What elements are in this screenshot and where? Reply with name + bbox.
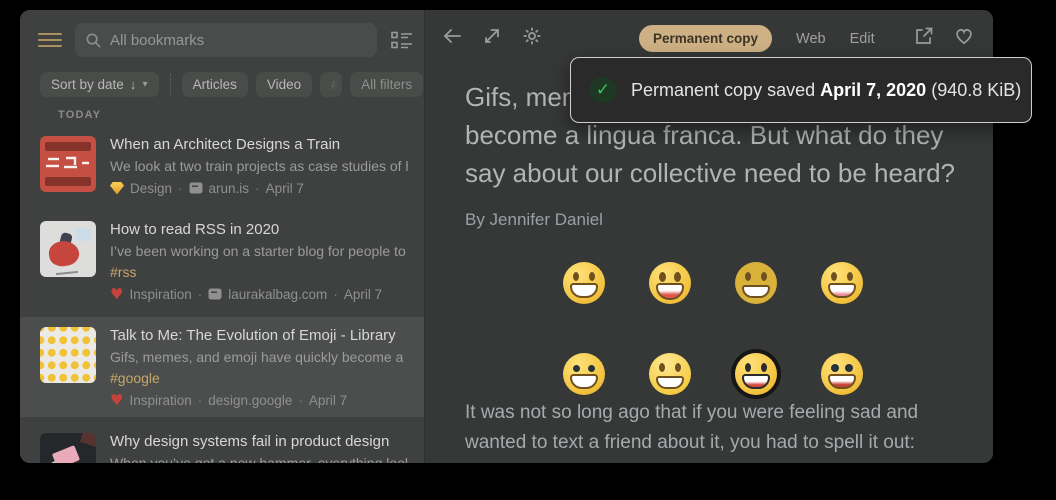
bookmark-title: How to read RSS in 2020: [110, 221, 408, 241]
bookmark-item[interactable]: How to read RSS in 2020 I’ve been workin…: [20, 211, 424, 311]
web-tab[interactable]: Web: [796, 31, 826, 47]
collection-name: Inspiration: [129, 287, 191, 302]
expand-icon[interactable]: [481, 25, 503, 47]
filter-separator: [170, 74, 171, 96]
hamburger-menu-icon[interactable]: [38, 33, 62, 47]
grinning-face-emoji: [563, 353, 605, 395]
heart-collection-icon: ♥: [110, 393, 123, 408]
article-doc-icon: [189, 182, 203, 194]
bookmark-thumbnail: [40, 221, 96, 277]
bookmark-thumbnail: [40, 433, 96, 463]
emoji-row: [563, 262, 863, 304]
article-byline: By Jennifer Daniel: [465, 210, 603, 230]
section-label-today: TODAY: [58, 109, 101, 121]
bookmark-description: When you’ve got a new hammer, everything…: [110, 455, 408, 463]
emoji-row: [563, 353, 863, 395]
bookmark-date: April 7: [344, 287, 382, 302]
check-icon: ✓: [589, 77, 617, 103]
favorite-heart-icon[interactable]: [953, 25, 975, 47]
bookmark-domain: arun.is: [209, 181, 250, 196]
collection-name: Design: [130, 181, 172, 196]
sort-label: Sort by date: [51, 77, 124, 92]
permanent-copy-saved-toast[interactable]: ✓ Permanent copy saved April 7, 2020 (94…: [570, 57, 1032, 123]
sort-direction-arrow: ↓: [130, 77, 137, 92]
reader-view-switcher: Permanent copy Web Edit: [639, 25, 875, 52]
bookmark-tag[interactable]: #google: [110, 370, 408, 389]
grinning-face-emoji: [735, 262, 777, 304]
toast-message: Permanent copy saved April 7, 2020 (940.…: [631, 80, 1021, 101]
filter-no-tags-button[interactable]: #No tags: [320, 72, 342, 97]
grinning-face-emoji: [735, 353, 777, 395]
bookmarks-sidebar: Sort by date ↓ ▾ Articles Video #No tags A…: [20, 10, 424, 463]
permanent-copy-tab[interactable]: Permanent copy: [639, 25, 772, 52]
back-button[interactable]: [441, 25, 463, 47]
grinning-face-emoji: [821, 353, 863, 395]
bookmark-title: Talk to Me: The Evolution of Emoji - Lib…: [110, 327, 408, 347]
bookmark-item-selected[interactable]: Talk to Me: The Evolution of Emoji - Lib…: [20, 317, 424, 417]
bookmark-description: I’ve been working on a starter blog for …: [110, 243, 408, 262]
bookmark-list: When an Architect Designs a Train We loo…: [20, 126, 424, 463]
edit-tab[interactable]: Edit: [850, 31, 875, 47]
bookmark-domain: laurakalbag.com: [228, 287, 327, 302]
bookmark-title: Why design systems fail in product desig…: [110, 433, 408, 453]
grinning-face-emoji: [563, 262, 605, 304]
filter-articles-button[interactable]: Articles: [182, 72, 248, 97]
bookmark-date: April 7: [309, 393, 347, 408]
filter-bar: Sort by date↓▾ Articles Video #No tags A…: [40, 72, 418, 97]
search-input[interactable]: [110, 32, 367, 49]
screen: Sort by date ↓ ▾ Articles Video #No tags A…: [0, 0, 1056, 500]
bookmark-date: April 7: [266, 181, 304, 196]
bookmark-thumbnail: [40, 327, 96, 383]
bookmark-meta: ♥ Inspiration · design.google · April 7: [110, 391, 408, 409]
bookmark-item[interactable]: Why design systems fail in product desig…: [20, 423, 424, 463]
grinning-face-emoji: [821, 262, 863, 304]
bookmark-domain: design.google: [208, 393, 292, 408]
bookmark-tag[interactable]: #rss: [110, 264, 408, 283]
view-options-icon[interactable]: [390, 29, 414, 51]
open-in-browser-icon[interactable]: [913, 25, 935, 47]
grinning-face-emoji: [649, 262, 691, 304]
search-field[interactable]: [75, 23, 377, 57]
sort-by-date-button[interactable]: Sort by date ↓ ▾: [40, 72, 159, 97]
filter-video-button[interactable]: Video: [256, 72, 312, 97]
chevron-down-icon: ▾: [143, 79, 148, 90]
bookmark-description: We look at two train projects as case st…: [110, 158, 408, 177]
bookmark-title: When an Architect Designs a Train: [110, 136, 408, 156]
bookmark-meta: Design · arun.is · April 7: [110, 179, 408, 197]
article-doc-icon: [208, 288, 222, 300]
bookmark-description: Gifs, memes, and emoji have quickly beco…: [110, 349, 408, 368]
collection-name: Inspiration: [129, 393, 191, 408]
gear-icon[interactable]: [521, 25, 543, 47]
all-filters-button[interactable]: All filters: [350, 72, 423, 97]
article-paragraph: It was not so long ago that if you were …: [465, 398, 985, 458]
bookmark-meta: ♥ Inspiration · laurakalbag.com · April …: [110, 285, 408, 303]
heart-collection-icon: ♥: [110, 287, 123, 302]
sidebar-topbar: [38, 22, 414, 58]
bookmark-item[interactable]: When an Architect Designs a Train We loo…: [20, 126, 424, 205]
gem-collection-icon: [110, 182, 124, 195]
bookmark-thumbnail: [40, 136, 96, 192]
grinning-face-emoji: [649, 353, 691, 395]
search-icon: [85, 32, 102, 49]
